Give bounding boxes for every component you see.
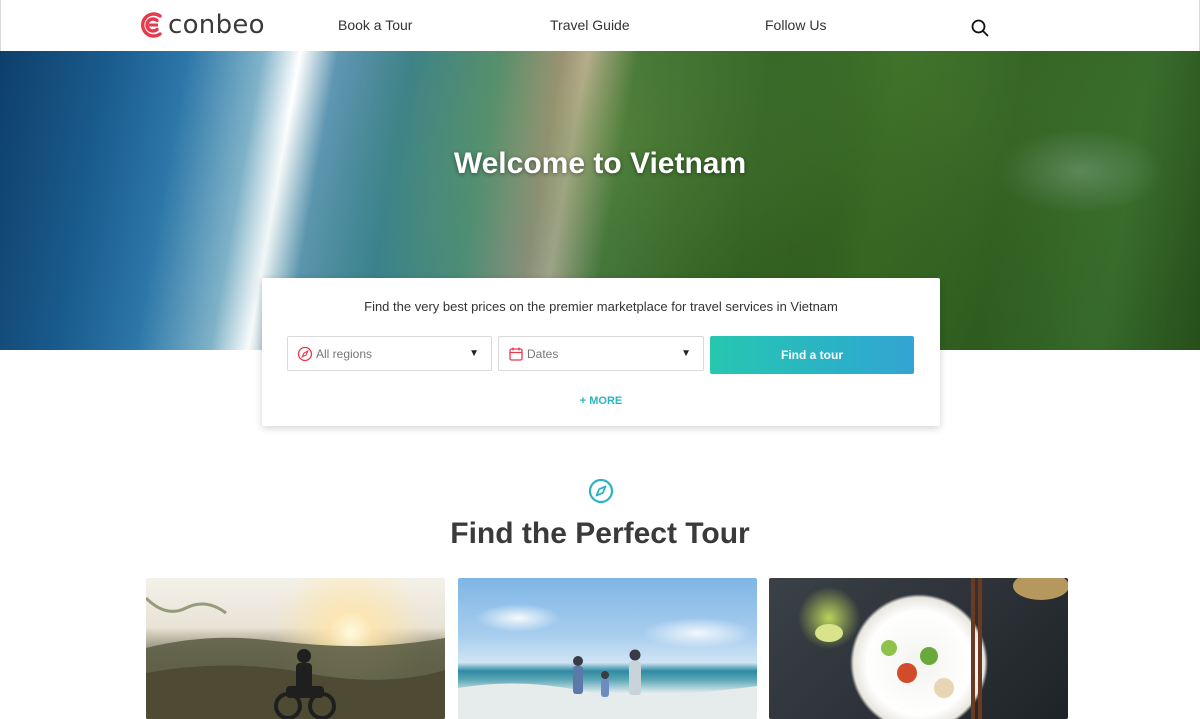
site-header: conbeo Book a Tour Travel Guide Follow U… — [0, 0, 1200, 51]
nav-book-a-tour[interactable]: Book a Tour — [338, 16, 412, 34]
conbeo-logo-icon — [140, 12, 162, 38]
section-title: Find the Perfect Tour — [450, 517, 750, 550]
beach-family-photo — [458, 649, 757, 719]
search-subtitle: Find the very best prices on the premier… — [364, 299, 838, 314]
hero-title: Welcome to Vietnam — [453, 147, 747, 180]
nav-travel-guide[interactable]: Travel Guide — [550, 16, 630, 34]
search-card: Find the very best prices on the premier… — [262, 278, 940, 426]
vietnamese-food-photo — [815, 578, 1068, 719]
search-icon — [971, 19, 989, 37]
logo[interactable]: conbeo — [140, 10, 265, 40]
dates-select[interactable]: Dates ▼ — [498, 336, 704, 371]
chevron-down-icon: ▼ — [681, 348, 691, 359]
tour-card-motorbike[interactable] — [146, 578, 445, 719]
find-tour-button[interactable]: Find a tour — [710, 336, 914, 374]
regions-value: All regions — [316, 347, 373, 361]
compass-icon — [297, 346, 313, 362]
dates-value: Dates — [527, 347, 559, 361]
chevron-down-icon: ▼ — [469, 348, 479, 359]
tour-card-beach[interactable] — [458, 578, 757, 719]
search-button[interactable] — [970, 18, 990, 38]
motorbike-photo — [146, 596, 445, 719]
calendar-icon — [509, 347, 523, 361]
brand-name: conbeo — [168, 10, 265, 40]
tour-card-food[interactable] — [769, 578, 1068, 719]
compass-icon — [588, 478, 614, 504]
regions-select[interactable]: All regions ▼ — [287, 336, 492, 371]
more-options-link[interactable]: + MORE — [262, 394, 940, 408]
nav-follow-us[interactable]: Follow Us — [765, 16, 826, 34]
